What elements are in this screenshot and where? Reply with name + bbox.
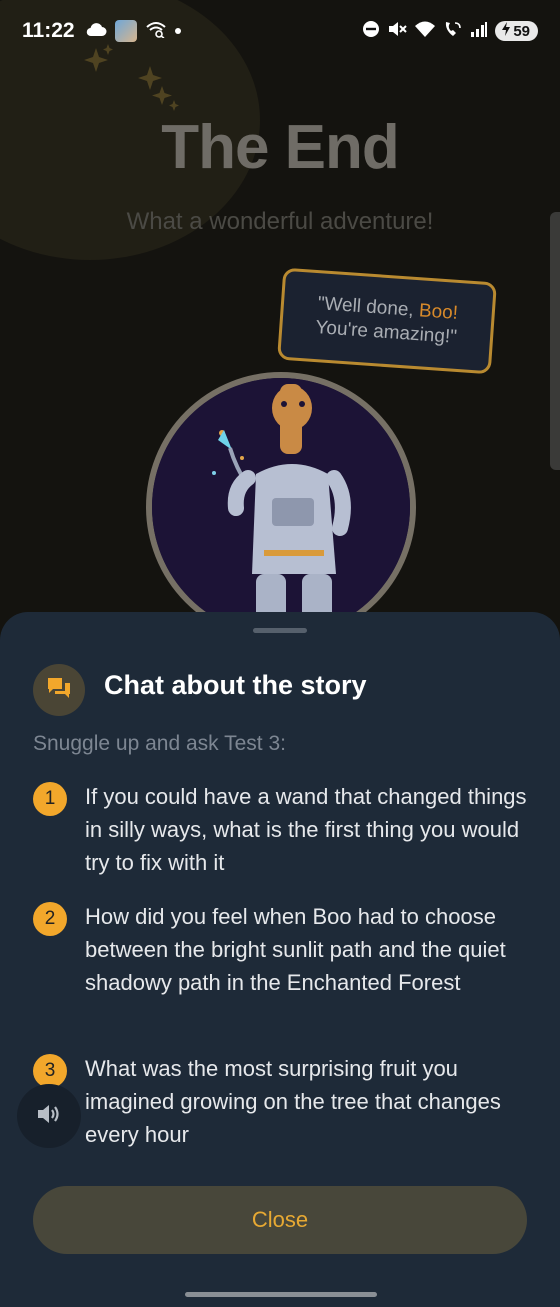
- question-item: 1 If you could have a wand that changed …: [33, 782, 528, 879]
- status-time: 11:22: [22, 19, 75, 42]
- speech-name: Boo!: [418, 300, 459, 325]
- read-aloud-button[interactable]: [17, 1084, 81, 1148]
- chat-bubbles-icon: [46, 676, 72, 705]
- sparkles-icon: [80, 40, 190, 120]
- chat-icon-badge: [33, 664, 85, 716]
- question-item: 3 What was the most surprising fruit you…: [33, 1054, 528, 1151]
- question-item: 2 How did you feel when Boo had to choos…: [33, 902, 528, 999]
- question-number: 2: [33, 902, 67, 936]
- speaker-icon: [36, 1102, 62, 1131]
- cloud-icon: [85, 21, 107, 42]
- sheet-title: Chat about the story: [104, 670, 367, 700]
- end-title: The End: [161, 113, 400, 182]
- wifi-icon: [414, 20, 436, 43]
- speech-bubble: "Well done, Boo! You're amazing!": [277, 267, 497, 375]
- chat-bottom-sheet: Chat about the story Snuggle up and ask …: [0, 612, 560, 1307]
- scroll-indicator[interactable]: [550, 212, 560, 470]
- battery-indicator: 59: [495, 21, 538, 41]
- speech-text: "Well done, Boo! You're amazing!": [315, 292, 460, 349]
- signal-icon: [470, 21, 488, 42]
- app-avatar-icon: [114, 20, 137, 42]
- question-number: 3: [33, 1054, 67, 1088]
- end-subtitle: What a wonderful adventure!: [126, 208, 434, 235]
- dot-icon: [174, 28, 181, 34]
- home-indicator[interactable]: [185, 1292, 377, 1297]
- mute-icon: [387, 20, 408, 43]
- status-right-icons: 59: [362, 20, 538, 43]
- character-portrait: [146, 372, 416, 642]
- sheet-subtitle: Snuggle up and ask Test 3:: [33, 732, 286, 755]
- question-text: If you could have a wand that changed th…: [85, 784, 527, 875]
- giraffe-astronaut-illustration: [152, 378, 410, 636]
- close-button[interactable]: Close: [33, 1186, 527, 1254]
- sheet-drag-handle[interactable]: [253, 628, 307, 633]
- battery-level: 59: [513, 22, 530, 40]
- dnd-icon: [362, 20, 380, 43]
- battery-bolt-icon: [501, 22, 511, 40]
- question-number: 1: [33, 782, 67, 816]
- wifi-call-icon: [443, 20, 463, 43]
- question-text: How did you feel when Boo had to choose …: [85, 904, 506, 995]
- screen: 11:22 59 The End What a wonderful advent…: [0, 0, 560, 1307]
- question-text: What was the most surprising fruit you i…: [85, 1056, 501, 1147]
